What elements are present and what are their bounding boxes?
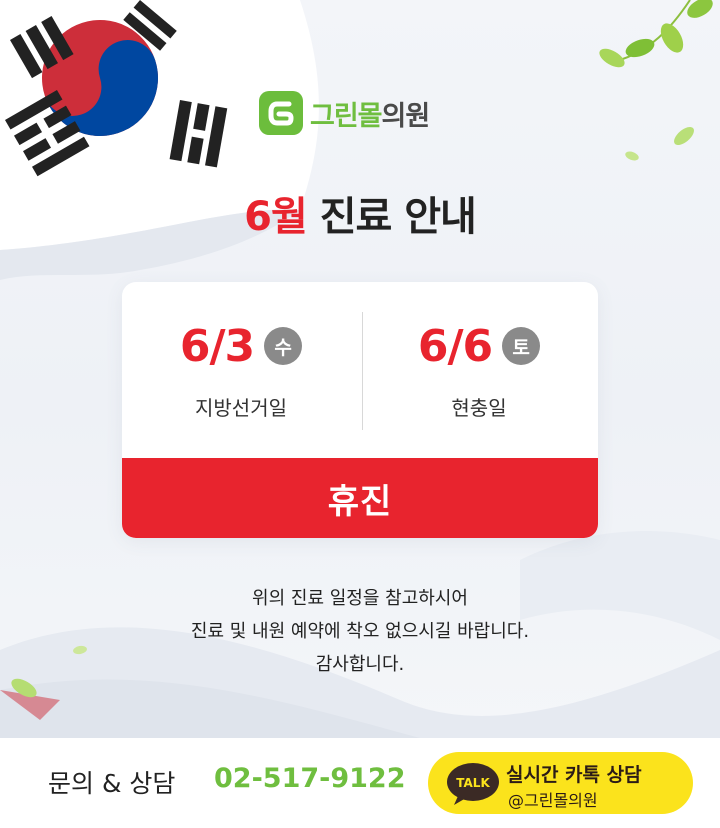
day-date: 6/6 [417,320,493,372]
schedule-day-1: 6/3 수 지방선거일 [122,318,360,421]
logo-mark-icon [259,91,303,135]
holiday-name: 지방선거일 [195,396,287,420]
notice-text: 위의 진료 일정을 참고하시어 진료 및 내원 예약에 착오 없으시길 바랍니다… [0,582,720,681]
kakao-channel-id: @그린몰의원 [508,791,598,810]
title-text: 진료 안내 [319,194,477,240]
schedule-day-2: 6/6 토 현충일 [360,318,598,421]
phone-number-link[interactable]: 02-517-9122 [214,763,406,794]
clinic-logo: 그린몰의원 [258,88,431,138]
logo-text-green: 그린몰 [310,100,383,132]
weekday-badge: 토 [502,327,541,365]
footer-bar: 문의 & 상담 02-517-9122 TALK 실시간 카톡 상담 @그린몰의… [0,738,720,828]
closed-banner: 휴진 [122,458,598,538]
title-month: 6월 [244,194,308,240]
schedule-card: 6/3 수 지방선거일 6/6 토 현충일 휴진 [122,282,598,538]
kakao-button-title: 실시간 카톡 상담 [506,764,642,786]
kakao-talk-icon: TALK [447,763,499,805]
logo-text-dark: 의원 [381,100,431,132]
weekday-badge: 수 [264,327,303,365]
kakao-chat-button[interactable]: TALK 실시간 카톡 상담 @그린몰의원 [428,752,693,814]
holiday-name: 현충일 [451,396,507,420]
day-date: 6/3 [179,320,255,372]
inquiry-label: 문의 & 상담 [48,769,176,798]
background: 그린몰의원 6월 진료 안내 6/3 수 지방선거일 6/6 토 현충일 휴진 … [0,0,720,738]
notice-line: 감사합니다. [315,654,405,675]
notice-line: 위의 진료 일정을 참고하시어 [252,588,468,609]
notice-line: 진료 및 내원 예약에 착오 없으시길 바랍니다. [190,621,530,642]
kakao-icon-label: TALK [456,776,490,790]
page-title: 6월 진료 안내 [0,184,720,242]
